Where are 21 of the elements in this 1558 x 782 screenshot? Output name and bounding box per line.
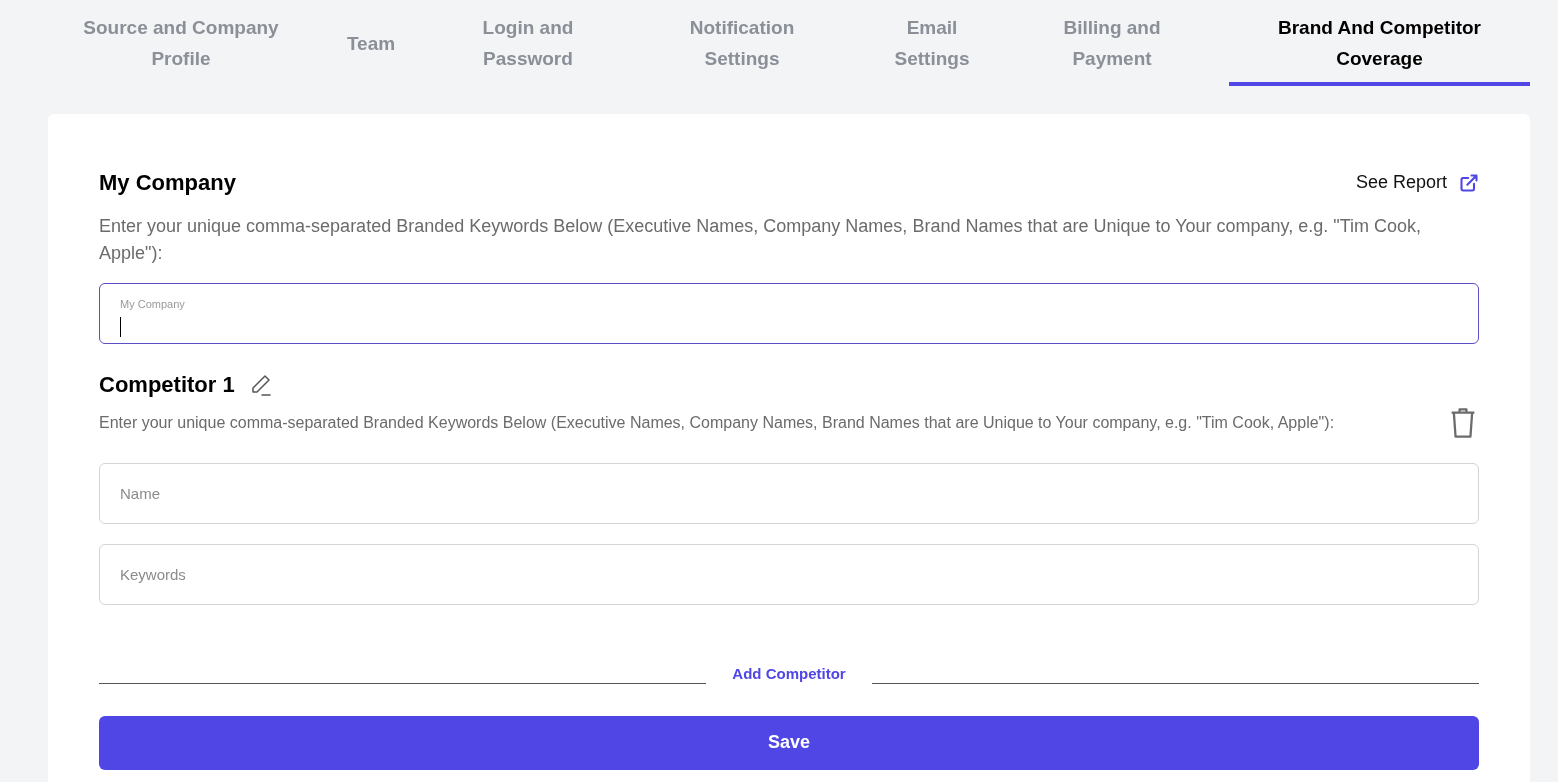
settings-tab[interactable]: Source and Company Profile bbox=[61, 0, 301, 86]
competitor-title: Competitor 1 bbox=[99, 371, 235, 399]
field-label: My Company bbox=[120, 297, 186, 312]
settings-tab[interactable]: Brand And Competitor Coverage bbox=[1229, 0, 1530, 86]
settings-tab[interactable]: Email Settings bbox=[869, 0, 995, 86]
see-report-link[interactable]: See Report bbox=[1355, 169, 1479, 196]
settings-tab[interactable]: Billing and Payment bbox=[995, 0, 1229, 86]
section-title: My Company bbox=[99, 169, 236, 197]
save-button[interactable]: Save bbox=[99, 715, 1479, 770]
text-field[interactable]: Name bbox=[99, 463, 1479, 524]
text-cursor bbox=[120, 316, 121, 337]
settings-tab[interactable]: Login and Password bbox=[441, 0, 615, 86]
my-company-field[interactable]: My Company bbox=[99, 283, 1479, 344]
external-link-icon bbox=[1459, 172, 1479, 193]
section-description: Enter your unique comma-separated Branded Keywords Below (Executive Names, Company Names, Brand Names that are Unique to Your company, e.g. "Tim Cook, Apple"): bbox=[99, 215, 1423, 265]
competitor-description: Enter your unique comma-separated Branded Keywords Below (Executive Names, Company Names, Brand Names that are Unique to Your company, e.g. "Tim Cook, Apple"): bbox=[99, 413, 1335, 433]
add-competitor-button[interactable]: Add Competitor bbox=[730, 663, 848, 686]
trash-icon[interactable] bbox=[1449, 407, 1477, 439]
text-field[interactable]: Keywords bbox=[99, 544, 1479, 605]
settings-tab[interactable]: Notification Settings bbox=[615, 0, 869, 86]
settings-tab[interactable]: Team bbox=[301, 0, 441, 86]
